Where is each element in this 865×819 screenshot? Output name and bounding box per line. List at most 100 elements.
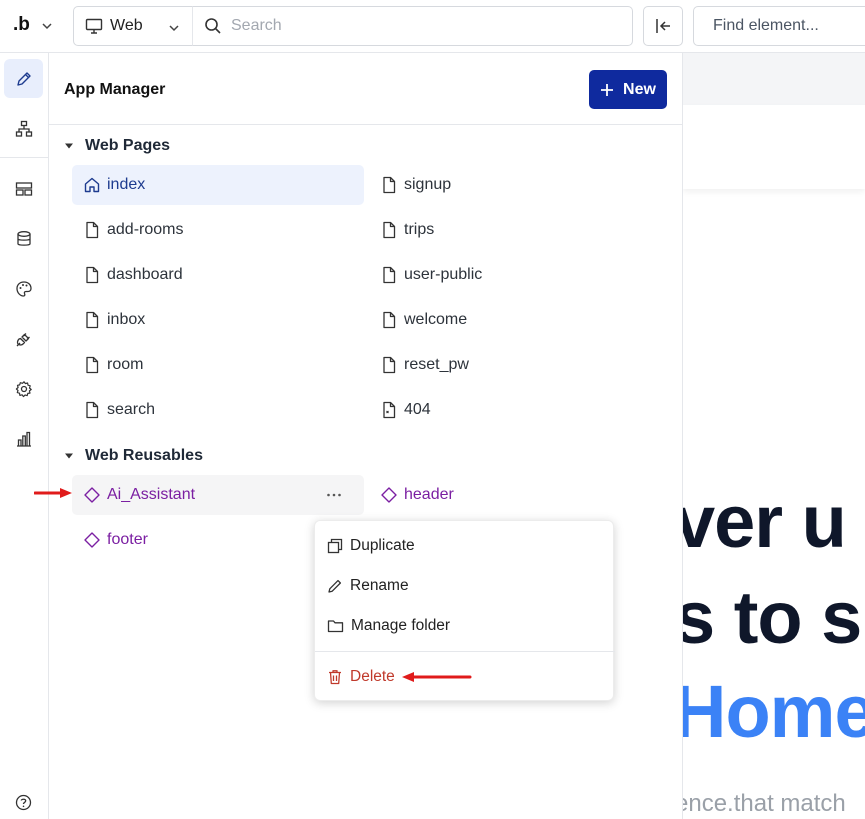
menu-label: Delete [350, 668, 395, 685]
page-icon [383, 311, 396, 329]
top-bar: .b Web [0, 0, 865, 53]
page-item-index[interactable]: index [72, 165, 364, 205]
menu-divider [315, 651, 615, 652]
page-icon [383, 221, 396, 239]
new-button[interactable]: New [589, 70, 667, 109]
menu-label: Rename [350, 577, 409, 594]
section-web-reusables[interactable]: Web Reusables [64, 447, 203, 465]
menu-label: Manage folder [351, 617, 451, 634]
page-label: welcome [404, 311, 468, 328]
layout-icon [15, 181, 32, 196]
device-select[interactable]: Web [73, 6, 193, 46]
search-box [192, 6, 633, 46]
rail-design[interactable] [4, 59, 43, 98]
rail-element-tree[interactable] [4, 109, 43, 148]
chevron-down-icon[interactable] [41, 20, 53, 32]
page-label: dashboard [107, 266, 183, 283]
database-icon [16, 230, 31, 246]
section-title: Web Reusables [85, 447, 203, 464]
diamond-icon [84, 532, 100, 548]
rail-settings[interactable] [4, 369, 43, 408]
element-tree-icon [15, 120, 32, 137]
page-item[interactable]: reset_pw [369, 345, 659, 385]
search-icon [205, 18, 221, 34]
folder-icon [327, 620, 344, 633]
annotation-arrow-icon [402, 672, 472, 682]
page-item[interactable]: room [72, 345, 364, 385]
duplicate-icon [327, 538, 343, 554]
caret-down-icon [65, 143, 73, 149]
monitor-icon [85, 18, 103, 34]
home-icon [84, 177, 100, 193]
page-item[interactable]: welcome [369, 300, 659, 340]
page-icon [383, 266, 396, 284]
reusable-item-ai-assistant[interactable]: Ai_Assistant [72, 475, 364, 515]
hero-heading-highlight: Home [683, 670, 865, 753]
page-item[interactable]: signup [369, 165, 659, 205]
page-item[interactable]: trips [369, 210, 659, 250]
caret-down-icon [65, 453, 73, 459]
gear-icon [15, 380, 32, 397]
reusable-label: Ai_Assistant [107, 486, 196, 503]
canvas-preview[interactable]: ver u s to s Home ence.that match [683, 53, 865, 819]
page-label: signup [404, 176, 452, 193]
page-icon [86, 401, 99, 419]
annotation-arrow-icon [34, 488, 72, 498]
canvas-top-band [683, 53, 865, 105]
menu-rename[interactable]: Rename [315, 566, 615, 606]
app-manager-panel: App Manager New Web Pages index add-room… [49, 53, 683, 819]
reusable-item-header[interactable]: header [369, 475, 659, 515]
page-item[interactable]: search [72, 390, 364, 430]
panel-divider [49, 124, 683, 125]
page-icon [86, 311, 99, 329]
page-label: search [107, 401, 156, 418]
diamond-icon [84, 487, 100, 503]
rail-layout[interactable] [4, 169, 43, 208]
rail-logs[interactable] [4, 419, 43, 458]
page-icon [383, 356, 396, 374]
page-404-icon [383, 401, 396, 419]
left-rail [0, 53, 49, 819]
page-icon [86, 221, 99, 239]
page-item[interactable]: dashboard [72, 255, 364, 295]
page-item[interactable]: inbox [72, 300, 364, 340]
hero-heading-line: ver u [683, 480, 847, 563]
menu-manage-folder[interactable]: Manage folder [315, 606, 615, 646]
rail-divider [0, 157, 48, 158]
rail-data[interactable] [4, 219, 43, 258]
page-label: inbox [107, 311, 146, 328]
page-icon [383, 176, 396, 194]
rail-plugins[interactable] [4, 319, 43, 358]
pencil-icon [328, 579, 342, 593]
reusable-label: footer [107, 531, 148, 548]
bar-chart-icon [16, 431, 31, 447]
search-input[interactable] [231, 17, 531, 35]
plus-icon [601, 83, 614, 96]
find-element-box [693, 6, 865, 46]
reusable-label: header [404, 486, 454, 503]
rail-styles[interactable] [4, 269, 43, 308]
new-button-label: New [623, 80, 656, 98]
collapse-left-icon [656, 19, 670, 33]
page-item[interactable]: user-public [369, 255, 659, 295]
chevron-down-icon [169, 25, 179, 32]
help-icon[interactable] [15, 794, 32, 811]
reusable-item-footer[interactable]: footer [72, 520, 302, 560]
menu-label: Duplicate [350, 537, 415, 554]
find-element-input[interactable] [713, 17, 865, 35]
page-item[interactable]: 404 [369, 390, 659, 430]
design-icon [16, 71, 31, 86]
page-label: trips [404, 221, 435, 238]
page-label: user-public [404, 266, 483, 283]
page-item[interactable]: add-rooms [72, 210, 364, 250]
section-web-pages[interactable]: Web Pages [64, 137, 170, 155]
menu-duplicate[interactable]: Duplicate [315, 526, 615, 566]
plug-icon [16, 332, 30, 346]
page-label: add-rooms [107, 221, 184, 238]
panel-title: App Manager [64, 81, 166, 98]
collapse-panel-button[interactable] [643, 6, 683, 46]
more-options-icon[interactable] [326, 487, 342, 503]
hero-heading-line: s to s [683, 576, 862, 659]
app-logo[interactable]: .b [13, 14, 30, 36]
diamond-icon [381, 487, 397, 503]
